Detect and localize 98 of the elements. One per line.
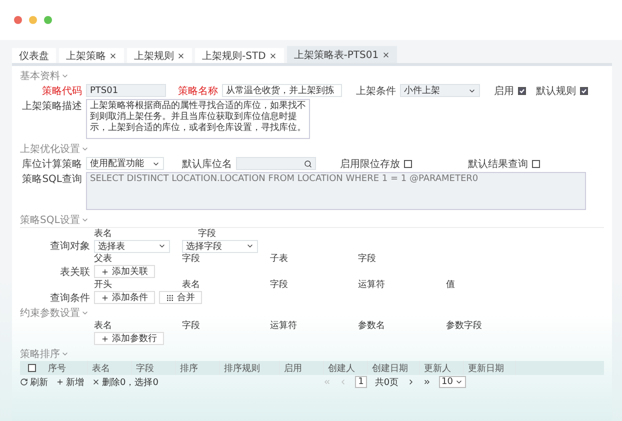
- checkbox[interactable]: [28, 364, 36, 372]
- column-header: 字段: [270, 278, 289, 291]
- column-header: 开头: [94, 278, 113, 291]
- action-button[interactable]: 添加参数行: [94, 332, 164, 345]
- chevron-icon[interactable]: [80, 216, 89, 224]
- field-label: 默认库位名: [181, 158, 232, 170]
- tab[interactable]: 上架策略表-PTS01: [286, 46, 397, 63]
- chevron-icon: [246, 242, 254, 250]
- field-label: 查询对象: [49, 240, 90, 253]
- grip-icon: [166, 294, 174, 302]
- section-title: 约束参数设置: [20, 306, 80, 320]
- select-field[interactable]: 选择字段: [182, 240, 258, 252]
- column-header: 更新人: [420, 361, 464, 375]
- page-size-select[interactable]: 10: [438, 376, 466, 388]
- column-header: 字段: [182, 320, 201, 332]
- plus-icon: [101, 334, 109, 342]
- close-icon: [92, 378, 100, 386]
- column-header: 子表: [270, 252, 289, 265]
- close-icon[interactable]: [109, 52, 117, 60]
- chevron-icon[interactable]: [61, 72, 69, 80]
- column-header: 更新日期: [464, 361, 516, 375]
- checkbox[interactable]: [580, 86, 588, 94]
- field-label: 查询条件: [49, 292, 90, 304]
- toolbar-action[interactable]: 删除0，选择0: [92, 376, 158, 388]
- action-button[interactable]: 添加关联: [94, 265, 155, 278]
- field-label: 库位计算策略: [21, 158, 82, 170]
- column-header: 字段: [182, 252, 201, 265]
- action-button[interactable]: 添加条件: [94, 291, 155, 304]
- page-count: 共0页: [374, 376, 399, 388]
- column-header: 创建人: [324, 361, 368, 375]
- field-label: 策略名称: [177, 84, 218, 98]
- tab[interactable]: 上架规则-STD: [195, 48, 284, 63]
- column-header: 序号: [44, 361, 88, 375]
- field-label: 默认结果查询: [467, 158, 528, 170]
- maximize-dot[interactable]: [44, 16, 52, 24]
- sql-text-area[interactable]: SELECT DISTINCT LOCATION.LOCATION FROM LOCATION WHERE 1 = 1 @PARAMETER0: [86, 172, 586, 210]
- plus-icon: [101, 268, 109, 276]
- column-header: 参数字段: [446, 320, 483, 332]
- column-header: 参数名: [358, 320, 386, 332]
- refresh-icon: [20, 378, 28, 386]
- field-label: 启用限位存放: [339, 158, 400, 170]
- toolbar-action[interactable]: 新增: [56, 376, 84, 388]
- chevron-icon: [158, 242, 166, 250]
- close-icon[interactable]: [268, 52, 277, 60]
- column-header: 启用: [280, 361, 324, 375]
- search-icon: [304, 160, 312, 168]
- column-header: 父表: [94, 252, 113, 265]
- field-label: 启用: [493, 84, 514, 98]
- column-header: 值: [446, 279, 456, 291]
- select-field[interactable]: 使用配置功能: [86, 157, 164, 170]
- select-field[interactable]: 小件上架: [400, 84, 480, 97]
- column-header: 字段: [198, 228, 217, 240]
- chevron-icon[interactable]: [61, 350, 69, 358]
- column-header: 表名: [94, 228, 113, 240]
- chevron-icon: [455, 378, 463, 386]
- minimize-dot[interactable]: [29, 16, 37, 24]
- column-header: 表名: [182, 278, 201, 291]
- input-field[interactable]: PTS01: [86, 84, 166, 97]
- chevron-icon[interactable]: [81, 309, 89, 317]
- field-label: 策略SQL查询: [21, 172, 82, 186]
- page-field[interactable]: 1: [355, 376, 367, 388]
- text-area[interactable]: 上架策略将根据商品的属性寻找合适的库位，如果找不到则取消上架任务。并且当库位获取到库位信息时提示，上架到合适的库位，或者到仓库设置，寻找库位。: [86, 99, 310, 139]
- tab[interactable]: 仪表盘: [12, 48, 56, 63]
- search-field[interactable]: [236, 157, 316, 170]
- column-header: 字段: [358, 252, 377, 265]
- column-header: 运算符: [358, 278, 386, 291]
- section-title: 策略SQL设置: [20, 214, 80, 227]
- column-header: 表名: [88, 361, 132, 375]
- checkbox[interactable]: [404, 160, 412, 168]
- chevron-icon[interactable]: [81, 145, 89, 153]
- section-title: 上架优化设置: [20, 142, 80, 156]
- column-header: 运算符: [270, 320, 298, 332]
- column-header: 排序规则: [220, 361, 280, 375]
- toolbar-action[interactable]: 刷新: [20, 376, 48, 388]
- close-icon[interactable]: [177, 52, 185, 60]
- tab[interactable]: 上架策略: [59, 48, 124, 63]
- section-title: 策略排序: [20, 348, 60, 361]
- tab[interactable]: 上架规则: [127, 48, 192, 63]
- checkbox[interactable]: [532, 160, 540, 168]
- plus-icon: [56, 378, 64, 386]
- field-label: 表关联: [59, 266, 90, 278]
- select-field[interactable]: 选择表: [94, 240, 170, 252]
- column-header: 创建日期: [368, 361, 420, 375]
- column-header: 排序: [176, 361, 220, 375]
- close-dot[interactable]: [14, 16, 22, 24]
- column-header: 字段: [132, 361, 176, 375]
- close-icon[interactable]: [382, 50, 390, 58]
- field-label: 上架策略描述: [21, 100, 82, 113]
- field-label: 策略代码: [41, 84, 82, 98]
- section-title: 基本资料: [20, 70, 60, 83]
- field-label: 上架条件: [355, 84, 396, 98]
- last-page-icon[interactable]: [422, 378, 431, 386]
- checkbox[interactable]: [518, 86, 526, 94]
- plus-icon: [101, 294, 109, 302]
- field-label: 默认规则: [535, 84, 576, 98]
- column-header: 表名: [94, 320, 113, 332]
- input-field[interactable]: 从常温仓收货，并上架到拣: [222, 84, 342, 97]
- action-button[interactable]: 合并: [159, 291, 202, 304]
